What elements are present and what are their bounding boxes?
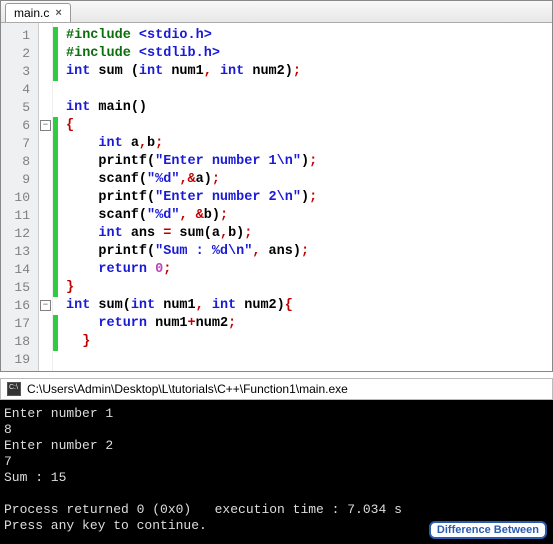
- code-line: #include <stdlib.h>: [66, 45, 552, 63]
- line-number: 15: [11, 279, 30, 297]
- code-line: int main(): [66, 99, 552, 117]
- change-bar: [53, 23, 58, 371]
- close-icon[interactable]: ×: [55, 7, 61, 19]
- fold-column: −−: [39, 23, 53, 371]
- line-number: 17: [11, 315, 30, 333]
- line-number: 9: [11, 171, 30, 189]
- code-line: return num1+num2;: [66, 315, 552, 333]
- line-number: 8: [11, 153, 30, 171]
- line-number: 5: [11, 99, 30, 117]
- line-number: 19: [11, 351, 30, 369]
- change-marker: [53, 315, 58, 351]
- line-number: 14: [11, 261, 30, 279]
- line-number: 12: [11, 225, 30, 243]
- fold-toggle-icon[interactable]: −: [40, 300, 51, 311]
- code-line: printf("Enter number 1\n");: [66, 153, 552, 171]
- code-line: }: [66, 279, 552, 297]
- line-number: 7: [11, 135, 30, 153]
- console-panel: C:\Users\Admin\Desktop\L\tutorials\C++\F…: [0, 378, 553, 544]
- tab-label: main.c: [14, 6, 49, 20]
- code-line: int sum (int num1, int num2);: [66, 63, 552, 81]
- editor-panel: main.c × 12345678910111213141516171819 −…: [0, 0, 553, 372]
- change-marker: [53, 117, 58, 297]
- code-line: }: [66, 333, 552, 351]
- terminal-icon: [7, 382, 21, 396]
- line-number: 6: [11, 117, 30, 135]
- code-line: #include <stdio.h>: [66, 27, 552, 45]
- tab-bar: main.c ×: [1, 1, 552, 23]
- file-tab[interactable]: main.c ×: [5, 3, 71, 22]
- line-number: 13: [11, 243, 30, 261]
- code-line: [66, 81, 552, 99]
- code-line: [66, 351, 552, 369]
- fold-toggle-icon[interactable]: −: [40, 120, 51, 131]
- line-number: 2: [11, 45, 30, 63]
- code-area[interactable]: 12345678910111213141516171819 −− #includ…: [1, 23, 552, 371]
- line-number: 4: [11, 81, 30, 99]
- line-number: 3: [11, 63, 30, 81]
- code-line: scanf("%d",&a);: [66, 171, 552, 189]
- code-line: printf("Enter number 2\n");: [66, 189, 552, 207]
- code-line: int a,b;: [66, 135, 552, 153]
- line-number: 10: [11, 189, 30, 207]
- line-number-gutter: 12345678910111213141516171819: [1, 23, 39, 371]
- code-line: scanf("%d", &b);: [66, 207, 552, 225]
- code-text[interactable]: #include <stdio.h>#include <stdlib.h>int…: [58, 23, 552, 371]
- change-marker: [53, 27, 58, 81]
- line-number: 11: [11, 207, 30, 225]
- line-number: 16: [11, 297, 30, 315]
- code-line: int ans = sum(a,b);: [66, 225, 552, 243]
- code-line: printf("Sum : %d\n", ans);: [66, 243, 552, 261]
- line-number: 1: [11, 27, 30, 45]
- code-line: {: [66, 117, 552, 135]
- watermark-badge: Difference Between: [429, 521, 547, 539]
- line-number: 18: [11, 333, 30, 351]
- code-line: int sum(int num1, int num2){: [66, 297, 552, 315]
- console-title-bar: C:\Users\Admin\Desktop\L\tutorials\C++\F…: [0, 378, 553, 400]
- code-line: return 0;: [66, 261, 552, 279]
- console-path: C:\Users\Admin\Desktop\L\tutorials\C++\F…: [27, 382, 348, 396]
